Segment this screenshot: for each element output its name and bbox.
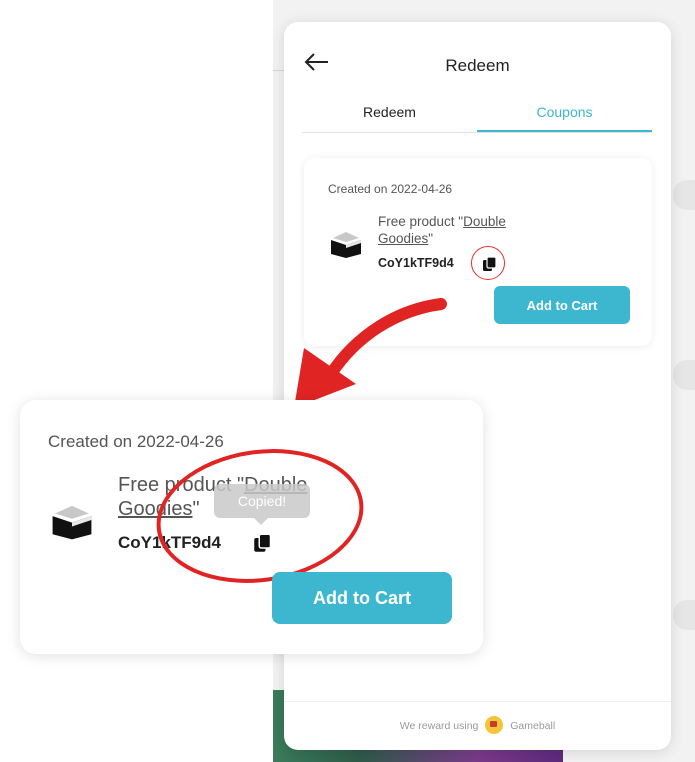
widget-header: Redeem [284, 22, 671, 112]
zoom-add-to-cart-button[interactable]: Add to Cart [272, 572, 452, 624]
background-shape [673, 600, 695, 630]
zoom-product-suffix: " [192, 498, 200, 520]
tab-coupons[interactable]: Coupons [477, 100, 652, 132]
zoom-created-date: Created on 2022-04-26 [48, 432, 224, 451]
zoom-product-link-line2[interactable]: Goodies [118, 498, 193, 520]
gameball-logo-icon [485, 716, 504, 735]
gift-box-icon [50, 500, 94, 540]
copied-tooltip: Copied! [214, 484, 310, 525]
coupon-created-date: Created on 2022-04-26 [328, 182, 453, 196]
background-shape [673, 180, 695, 210]
footer-brand: Gameball [510, 720, 556, 732]
product-suffix: " [428, 231, 434, 246]
product-prefix: Free product " [378, 214, 464, 229]
widget-title: Redeem [445, 56, 510, 75]
tab-bar: Redeem Coupons [302, 100, 652, 133]
product-link[interactable]: Double [463, 214, 506, 229]
coupon-code: CoY1kTF9d4 [378, 256, 454, 270]
zoom-coupon-code: CoY1kTF9d4 [118, 533, 221, 552]
copy-icon[interactable] [253, 533, 273, 553]
product-link-line2[interactable]: Goodies [378, 231, 428, 246]
background-shape [673, 360, 695, 390]
copy-icon[interactable] [482, 256, 498, 272]
gift-box-icon [329, 228, 363, 258]
annotation-arrow-icon [294, 298, 447, 408]
tab-redeem[interactable]: Redeem [302, 100, 477, 132]
add-to-cart-button[interactable]: Add to Cart [494, 286, 630, 324]
footer-text: We reward using [399, 720, 479, 732]
coupon-product: Free product "Double Goodies" [378, 213, 598, 247]
zoomed-coupon-card: Created on 2022-04-26 Free product "Doub… [20, 400, 483, 654]
widget-footer: We reward using Gameball [284, 701, 671, 750]
